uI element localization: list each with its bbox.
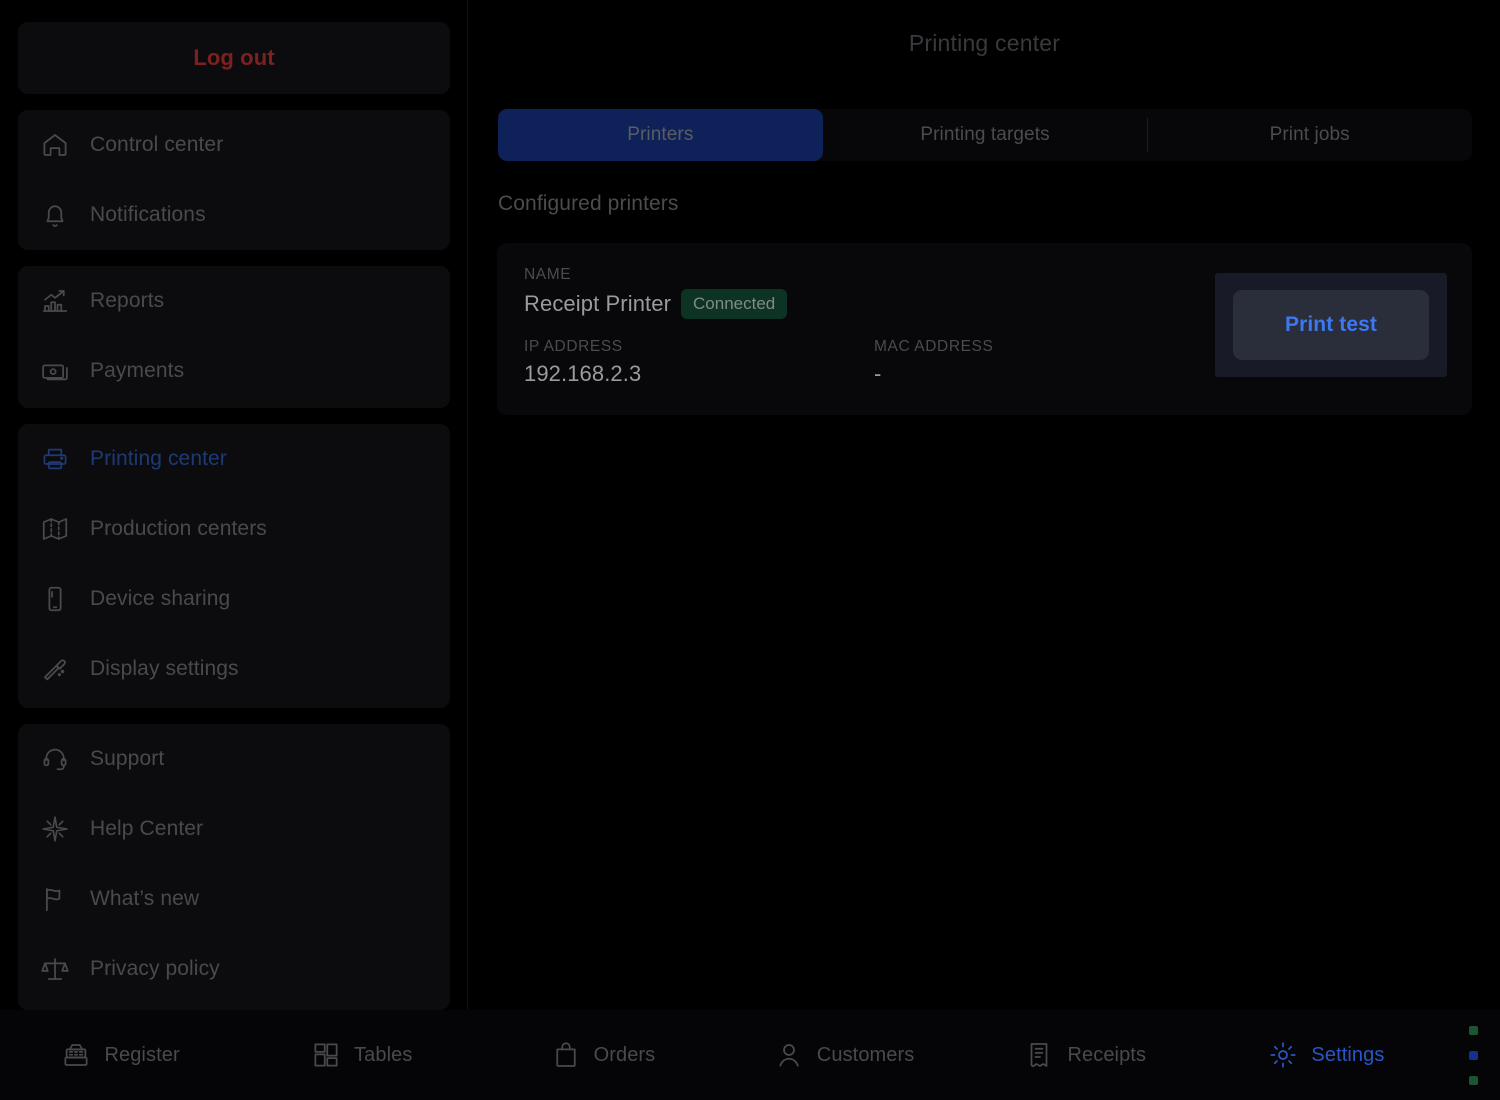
scales-icon — [40, 954, 70, 984]
tab-bar: Printers Printing targets Print jobs — [498, 109, 1472, 161]
tab-print-jobs[interactable]: Print jobs — [1147, 109, 1472, 161]
status-dot-green-bottom — [1469, 1076, 1478, 1085]
sidebar-group-reports: Reports Payments — [18, 266, 450, 408]
sidebar-item-label: Reports — [90, 289, 164, 313]
printer-ip-label: IP ADDRESS — [524, 338, 641, 356]
paint-roller-icon — [40, 654, 70, 684]
printer-card: NAME Receipt Printer Connected IP ADDRES… — [497, 243, 1472, 415]
status-dot-green-top — [1469, 1026, 1478, 1035]
sidebar-item-label: Control center — [90, 133, 223, 157]
printer-ip-block: IP ADDRESS 192.168.2.3 — [524, 338, 641, 387]
gear-icon — [1268, 1040, 1298, 1070]
sidebar-item-label: Help Center — [90, 817, 203, 841]
sparkle-icon — [40, 814, 70, 844]
logout-panel: Log out — [18, 22, 450, 94]
sidebar-item-display-settings[interactable]: Display settings — [18, 634, 450, 704]
printer-mac-block: MAC ADDRESS - — [874, 338, 993, 387]
map-icon — [40, 514, 70, 544]
printer-ip-value: 192.168.2.3 — [524, 361, 641, 387]
tab-printers[interactable]: Printers — [498, 109, 823, 161]
sidebar-item-label: What’s new — [90, 887, 199, 911]
sidebar-item-label: Support — [90, 747, 164, 771]
sidebar-item-label: Notifications — [90, 203, 206, 227]
tab-printing-targets[interactable]: Printing targets — [823, 109, 1148, 161]
main-content: Printing center Printers Printing target… — [469, 0, 1500, 1010]
printer-mac-label: MAC ADDRESS — [874, 338, 993, 356]
sidebar-item-label: Production centers — [90, 517, 267, 541]
sidebar-item-whats-new[interactable]: What’s new — [18, 864, 450, 934]
sidebar-item-label: Display settings — [90, 657, 239, 681]
bottom-nav-label: Register — [104, 1044, 179, 1067]
receipt-icon — [1024, 1040, 1054, 1070]
app-root: Log out Control center Notificati — [0, 0, 1500, 1100]
printer-name-label: NAME — [524, 266, 787, 284]
sidebar-item-payments[interactable]: Payments — [18, 336, 450, 406]
bottom-navigation-bar: Register Tables Orders — [0, 1010, 1447, 1100]
sidebar: Log out Control center Notificati — [0, 0, 468, 1010]
sidebar-item-device-sharing[interactable]: Device sharing — [18, 564, 450, 634]
printer-icon — [40, 444, 70, 474]
chart-growth-icon — [40, 286, 70, 316]
bottom-nav-item-tables[interactable]: Tables — [241, 1040, 482, 1070]
bottom-nav-item-receipts[interactable]: Receipts — [965, 1040, 1206, 1070]
sidebar-group-main: Control center Notifications — [18, 110, 450, 250]
bottom-nav-item-orders[interactable]: Orders — [482, 1040, 723, 1070]
sidebar-item-label: Device sharing — [90, 587, 230, 611]
person-icon — [774, 1040, 804, 1070]
bottom-nav-label: Orders — [594, 1044, 656, 1067]
sidebar-item-production-centers[interactable]: Production centers — [18, 494, 450, 564]
sidebar-group-help: Support Help Center What — [18, 724, 450, 1010]
banknote-icon — [40, 356, 70, 386]
bottom-nav-item-customers[interactable]: Customers — [724, 1040, 965, 1070]
bottom-nav-label: Customers — [817, 1044, 915, 1067]
bottom-nav-label: Tables — [354, 1044, 412, 1067]
printer-name-value: Receipt Printer — [524, 291, 671, 317]
page-title: Printing center — [469, 0, 1500, 57]
print-test-button[interactable]: Print test — [1233, 290, 1429, 360]
flag-icon — [40, 884, 70, 914]
bottom-nav-item-settings[interactable]: Settings — [1206, 1040, 1447, 1070]
sidebar-item-control-center[interactable]: Control center — [18, 110, 450, 180]
shopping-bag-icon — [551, 1040, 581, 1070]
sidebar-group-config: Printing center Production centers — [18, 424, 450, 708]
home-icon — [40, 130, 70, 160]
cash-register-icon — [61, 1040, 91, 1070]
bottom-nav-item-register[interactable]: Register — [0, 1040, 241, 1070]
section-title: Configured printers — [498, 192, 679, 216]
status-indicator-strip — [1447, 1010, 1500, 1100]
status-dot-blue — [1469, 1051, 1478, 1060]
sidebar-item-reports[interactable]: Reports — [18, 266, 450, 336]
printer-name-block: NAME Receipt Printer Connected — [524, 266, 787, 319]
printer-mac-value: - — [874, 361, 993, 387]
sidebar-item-notifications[interactable]: Notifications — [18, 180, 450, 250]
print-test-focus-ring: Print test — [1215, 273, 1447, 377]
bottom-nav-label: Receipts — [1067, 1044, 1146, 1067]
status-badge: Connected — [681, 289, 787, 319]
grid-tables-icon — [311, 1040, 341, 1070]
sidebar-item-label: Privacy policy — [90, 957, 220, 981]
sidebar-item-support[interactable]: Support — [18, 724, 450, 794]
bell-icon — [40, 200, 70, 230]
sidebar-item-printing-center[interactable]: Printing center — [18, 424, 450, 494]
mobile-device-icon — [40, 584, 70, 614]
sidebar-item-label: Payments — [90, 359, 184, 383]
headset-icon — [40, 744, 70, 774]
sidebar-item-label: Printing center — [90, 447, 227, 471]
log-out-button[interactable]: Log out — [18, 22, 450, 94]
bottom-nav-label: Settings — [1311, 1044, 1384, 1067]
printer-name-row: Receipt Printer Connected — [524, 289, 787, 319]
sidebar-item-help-center[interactable]: Help Center — [18, 794, 450, 864]
sidebar-item-privacy-policy[interactable]: Privacy policy — [18, 934, 450, 1004]
